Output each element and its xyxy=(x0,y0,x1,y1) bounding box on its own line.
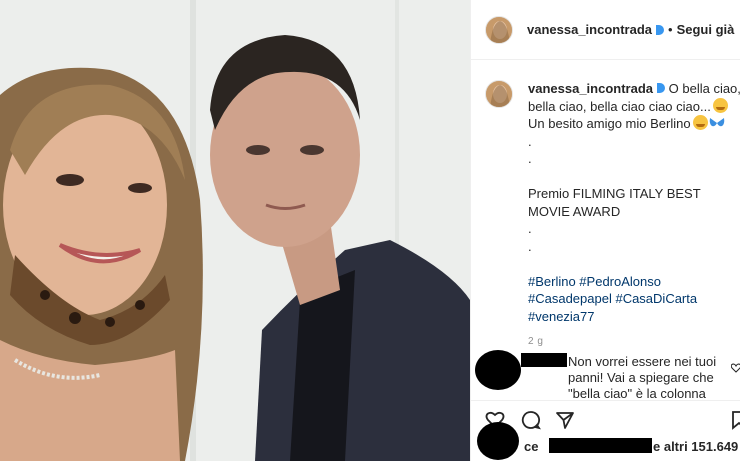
hashtag-line[interactable]: #venezia77 xyxy=(528,308,740,326)
likes-row: ce e altri 151.649 xyxy=(471,422,740,461)
caption-line-text: Un besito amigo mio Berlino xyxy=(528,116,691,131)
caption-verified-badge-icon xyxy=(657,83,666,93)
likes-avatar-redacted[interactable] xyxy=(477,422,519,460)
comment-avatar-redacted[interactable] xyxy=(475,350,521,390)
caption-line: bella ciao, bella ciao ciao ciao... xyxy=(528,97,740,116)
caption-line: . xyxy=(528,133,532,149)
post-side-panel: vanessa_incontrada • Segui già vanessa_i… xyxy=(470,0,740,461)
caption-avatar[interactable] xyxy=(485,80,513,108)
caption-line xyxy=(528,168,740,186)
liker-username-redacted[interactable] xyxy=(549,438,652,453)
selfie-image xyxy=(0,0,470,461)
caption-username[interactable]: vanessa_incontrada xyxy=(528,81,653,96)
likes-count[interactable]: e altri 151.649 xyxy=(653,439,738,454)
caption-line: Premio FILMING ITALY BEST MOVIE AWARD xyxy=(528,186,701,219)
caption-line: . xyxy=(528,151,532,166)
comment-icon[interactable] xyxy=(521,410,541,430)
hashtag-line[interactable]: #Casadepapel #CasaDiCarta xyxy=(528,290,740,308)
share-icon[interactable] xyxy=(555,410,575,430)
caption-text: vanessa_incontrada O bella ciao, bella c… xyxy=(528,80,740,351)
caption-line xyxy=(528,255,740,273)
post-header: vanessa_incontrada • Segui già xyxy=(471,0,740,60)
butterfly-icon xyxy=(709,118,724,127)
post-photo[interactable] xyxy=(0,0,470,461)
heart-icon[interactable] xyxy=(731,363,740,373)
follow-button[interactable]: Segui già xyxy=(677,22,735,37)
smiling-face-icon xyxy=(712,97,728,113)
caption-first-line: vanessa_incontrada O bella ciao, xyxy=(528,80,740,98)
verified-badge-icon xyxy=(656,24,665,35)
caption-line-text: bella ciao, bella ciao ciao ciao... xyxy=(528,98,711,114)
header-separator: • xyxy=(668,22,673,37)
caption-line: Un besito amigo mio Berlino xyxy=(528,115,740,133)
comment-username-redacted[interactable] xyxy=(521,353,567,367)
caption-line: O bella ciao, xyxy=(668,81,740,96)
smiling-face-icon xyxy=(692,115,708,130)
comment-item: Non vorrei essere nei tuoi panni! Vai a … xyxy=(471,346,740,401)
caption-line: . xyxy=(528,221,532,236)
author-avatar[interactable] xyxy=(485,15,513,44)
likes-prefix: ce xyxy=(524,439,539,454)
post-caption: vanessa_incontrada O bella ciao, bella c… xyxy=(485,80,740,351)
author-username[interactable]: vanessa_incontrada xyxy=(527,22,652,37)
caption-line: . xyxy=(528,238,532,254)
comment-text: Non vorrei essere nei tuoi panni! Vai a … xyxy=(568,354,717,401)
bookmark-icon[interactable] xyxy=(729,410,740,430)
hashtag-line[interactable]: #Berlino #PedroAlonso xyxy=(528,273,740,291)
